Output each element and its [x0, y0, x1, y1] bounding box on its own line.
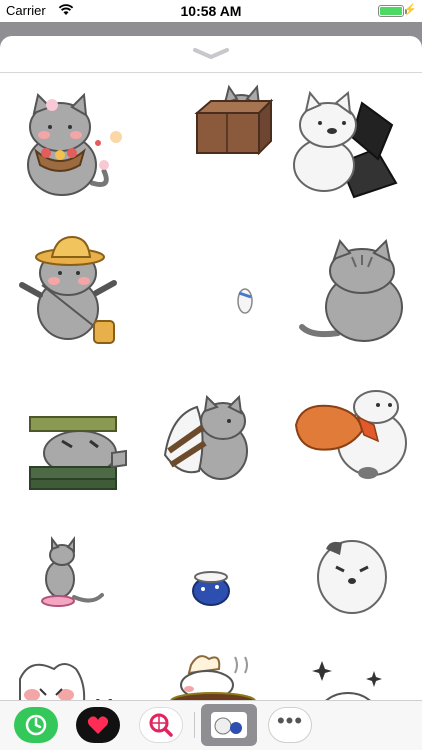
sticker-cat-flower-basket[interactable] — [0, 73, 140, 209]
status-bar: Carrier 10:58 AM ⚡ — [0, 0, 422, 22]
app-tray: ••• — [0, 700, 422, 750]
search-globe-app-button[interactable] — [139, 707, 183, 743]
clock-icon — [25, 714, 47, 736]
charging-bolt-icon: ⚡ — [403, 4, 417, 16]
more-apps-button[interactable]: ••• — [268, 707, 312, 743]
sticker-cat-food-bowl[interactable] — [0, 497, 140, 633]
sticker-pack-icon — [211, 712, 247, 738]
sticker-cat-sitting-back[interactable] — [282, 213, 422, 349]
sticker-cat-rice-ball[interactable] — [141, 355, 281, 491]
sticker-cat-coffee-cup[interactable] — [141, 639, 281, 700]
search-globe-icon — [149, 713, 173, 737]
sticker-white-cat-fried-shrimp[interactable] — [282, 355, 422, 491]
tray-divider — [194, 712, 195, 738]
more-icon: ••• — [276, 708, 304, 733]
heart-icon — [87, 716, 109, 734]
sticker-pack-app-button[interactable] — [201, 704, 257, 746]
clock-app-button[interactable] — [14, 707, 58, 743]
sticker-white-cat-blushing[interactable]: ㅂ. — [0, 639, 140, 700]
sticker-cat-straw-hat[interactable] — [0, 213, 140, 349]
sticker-white-cat-laptop[interactable] — [282, 73, 422, 209]
sticker-cat-surprised-sparkles[interactable] — [282, 639, 422, 700]
clock-time: 10:58 AM — [180, 3, 242, 19]
sticker-fluffy-white-cat[interactable] — [282, 497, 422, 633]
sticker-cat-under-books[interactable] — [0, 355, 140, 491]
sticker-sheet: ㅂ. — [0, 36, 422, 700]
sticker-tiny-cat-peeking[interactable] — [141, 213, 281, 349]
heart-app-button[interactable] — [76, 707, 120, 743]
battery-icon — [378, 5, 404, 17]
chevron-down-icon[interactable] — [191, 46, 231, 60]
sticker-cat-behind-box[interactable] — [141, 73, 281, 209]
sticker-blue-pot[interactable] — [141, 497, 281, 633]
sticker-partial-text: ㅂ. — [92, 687, 123, 700]
